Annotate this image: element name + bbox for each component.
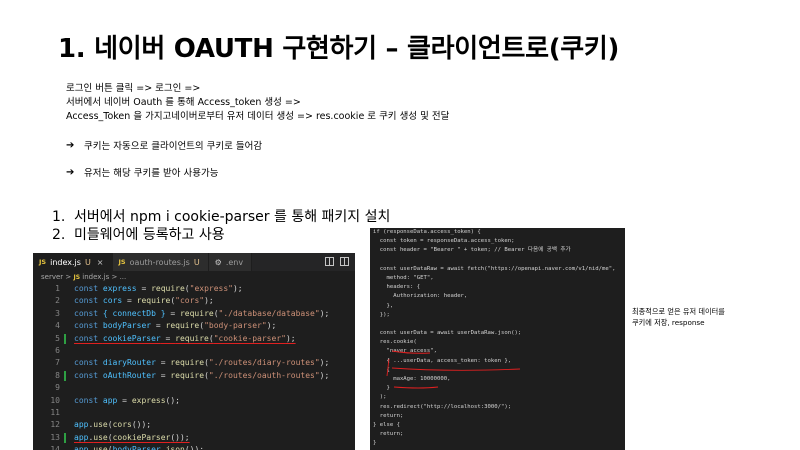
code-line: 12 app. use(cors ()); (33, 419, 355, 431)
breadcrumb-tail: > ... (109, 273, 127, 281)
intro-line-3: Access_Token 을 가지고네이버로부터 유저 데이터 생성 => re… (66, 111, 450, 122)
line-number: 5 (55, 333, 60, 343)
code-line: 2 const cors = require("cors"); (33, 295, 355, 307)
compare-icon[interactable] (325, 256, 334, 268)
breadcrumb-separator: > (63, 273, 74, 281)
intro-line-2: 서버에서 네이버 Oauth 를 통해 Access_token 생성 => (66, 97, 301, 108)
line-number: 11 (50, 407, 60, 417)
tab-oauth-routes-js[interactable]: JS oauth-routes.js U (112, 253, 209, 271)
tab-index-js[interactable]: JS index.js U × (33, 253, 113, 271)
split-editor-icon[interactable] (340, 256, 349, 268)
code-editor-screenshot: JS index.js U × JS oauth-routes.js U ⚙ .… (33, 253, 355, 450)
step-item: 2. 미들웨어에 등록하고 사용 (52, 226, 390, 244)
intro-text: 로그인 버튼 클릭 => 로그인 => 서버에서 네이버 Oauth 를 통해 … (66, 82, 449, 124)
line-number: 6 (55, 345, 60, 355)
bullet-text: 쿠키는 자동으로 클라이언트의 쿠키로 들어감 (84, 141, 263, 152)
code-line: 11 (33, 407, 355, 419)
note-line-1: 최종적으로 얻은 유저 데이터를 (632, 307, 725, 316)
code-line: 4 const bodyParser = require("body-parser… (33, 320, 355, 332)
numbered-steps: 1. 서버에서 npm i cookie-parser 를 통해 패키지 설치 2… (52, 208, 390, 244)
step-item: 1. 서버에서 npm i cookie-parser 를 통해 패키지 설치 (52, 208, 390, 226)
step-text: 미들웨어에 등록하고 사용 (74, 227, 225, 243)
tab-label: index.js (50, 257, 81, 267)
step-number: 1. (52, 209, 66, 225)
code-line-highlighted: 5 const cookieParser = require("cookie-pa… (33, 333, 355, 345)
js-file-icon: JS (118, 258, 126, 266)
slide-title: 1. 네이버 OAUTH 구현하기 – 클라이언트로(쿠키) (58, 34, 620, 64)
line-number: 3 (55, 308, 60, 318)
line-number: 1 (55, 284, 60, 293)
editor-actions (325, 253, 355, 271)
line-number: 2 (55, 296, 60, 306)
line-number: 9 (55, 383, 60, 393)
step-text: 서버에서 npm i cookie-parser 를 통해 패키지 설치 (74, 209, 391, 225)
gear-icon: ⚙ (214, 257, 222, 267)
code-line: 7 const diaryRouter = require("./routes/d… (33, 357, 355, 369)
breadcrumb-file: index.js (82, 273, 110, 281)
line-number: 14 (50, 445, 60, 450)
arrow-bullet-icon: ➔ (66, 139, 75, 151)
tab-status: U (84, 257, 91, 267)
bullet-text: 유저는 해당 쿠키를 받아 사용가능 (84, 168, 219, 179)
git-change-marker (64, 333, 66, 344)
code-area[interactable]: 1 const express = require("express"); 2 co… (33, 283, 355, 450)
oauth-route-code-screenshot: if (responseData.access_token) { const t… (370, 228, 625, 450)
code-line: 6 (33, 345, 355, 357)
note-line-2: 쿠키에 저장, response (632, 318, 705, 327)
code-line: 3 const { connectDb } = require("./databa… (33, 308, 355, 320)
red-annotation-marks (386, 350, 521, 389)
line-number: 13 (50, 432, 60, 442)
side-note: 최종적으로 얻은 유저 데이터를 쿠키에 저장, response (632, 306, 725, 328)
tab-env[interactable]: ⚙ .env (208, 253, 253, 271)
intro-line-1: 로그인 버튼 클릭 => 로그인 => (66, 83, 201, 94)
code-line: 14 app. use(bodyParser. json ()); (33, 444, 355, 450)
code-line-highlighted: 13 app.use(cookieParser()); (33, 432, 355, 444)
breadcrumb[interactable]: server > JS index.js > ... (33, 271, 355, 283)
code-line: 8 const oAuthRouter = require("./routes/o… (33, 370, 355, 382)
bullet-item: ➔ 유저는 해당 쿠키를 받아 사용가능 (66, 165, 262, 180)
tab-status: U (193, 257, 200, 267)
code-line: 10 const app = express (); (33, 395, 355, 407)
js-file-icon: JS (73, 274, 81, 281)
line-number: 10 (50, 395, 60, 405)
arrow-bullet-icon: ➔ (66, 166, 75, 178)
breadcrumb-folder: server (41, 273, 64, 281)
underlined-code: const cookieParser = require("cookie-par… (74, 333, 296, 343)
bullet-list: ➔ 쿠키는 자동으로 클라이언트의 쿠키로 들어감 ➔ 유저는 해당 쿠키를 받… (66, 138, 262, 192)
bullet-item: ➔ 쿠키는 자동으로 클라이언트의 쿠키로 들어감 (66, 138, 263, 153)
line-number: 4 (55, 321, 60, 331)
underlined-code: app.use(cookieParser()); (74, 432, 190, 442)
line-number: 7 (55, 358, 60, 368)
line-number: 12 (50, 420, 60, 430)
tab-label: .env (225, 257, 244, 267)
close-icon[interactable]: × (97, 258, 104, 267)
step-number: 2. (52, 227, 66, 243)
git-change-marker (64, 370, 66, 381)
tab-label: oauth-routes.js (129, 257, 190, 267)
editor-tab-bar: JS index.js U × JS oauth-routes.js U ⚙ .… (33, 253, 355, 271)
code-line: 1 const express = require("express"); (33, 283, 355, 295)
js-file-icon: JS (39, 258, 47, 266)
code-line: 9 (33, 382, 355, 394)
git-change-marker (64, 432, 66, 443)
line-number: 8 (55, 370, 60, 380)
